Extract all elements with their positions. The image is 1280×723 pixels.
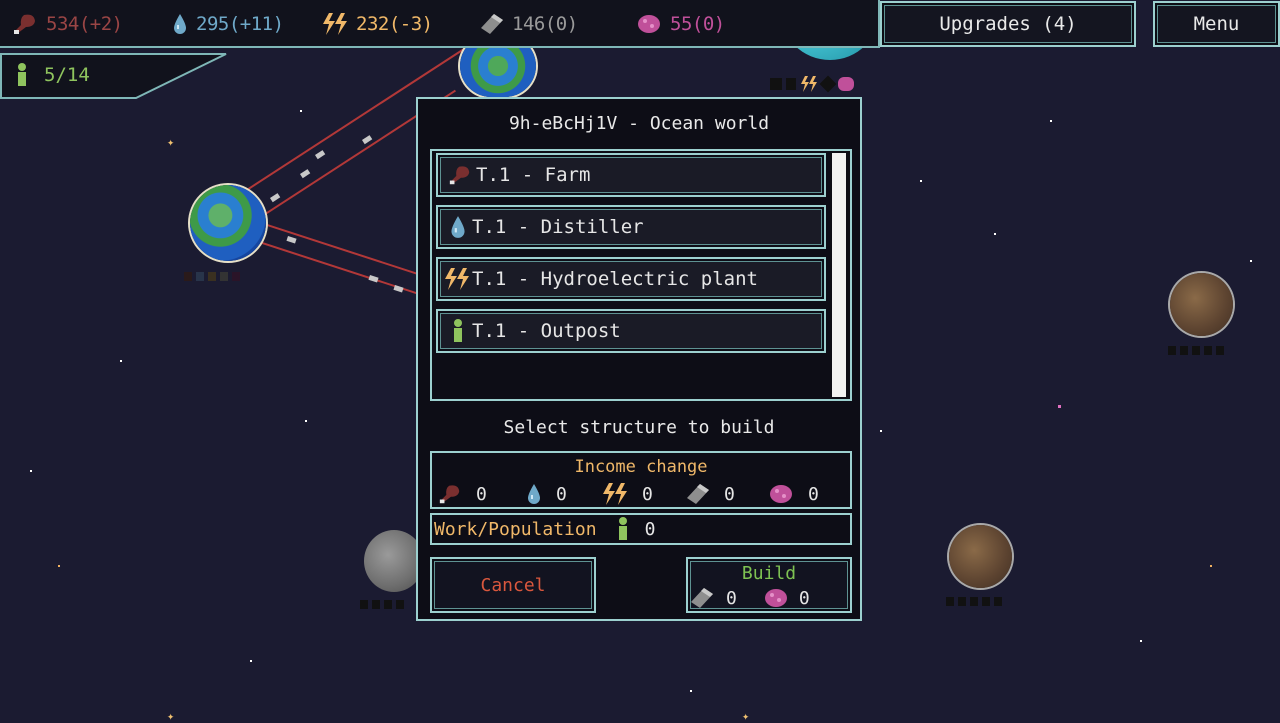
income-water: 0 bbox=[526, 483, 567, 505]
structure-item-hydroelectric-plant[interactable]: T.1 - Hydroelectric plant bbox=[436, 257, 826, 301]
income-energy: 0 bbox=[602, 483, 653, 505]
lightning-icon bbox=[445, 268, 469, 290]
menu-label: Menu bbox=[1193, 13, 1240, 35]
list-scrollbar[interactable] bbox=[832, 153, 846, 397]
income-water-value: 0 bbox=[556, 483, 567, 505]
lightning-icon bbox=[603, 483, 627, 505]
metal-value: 146(0) bbox=[512, 13, 578, 35]
barren-planet[interactable] bbox=[949, 525, 1012, 588]
population-value: 5/14 bbox=[44, 64, 90, 86]
cancel-button[interactable]: Cancel bbox=[430, 557, 596, 613]
income-change-panel: Income change 0 0 0 0 0 bbox=[430, 451, 852, 509]
metal-resource: 146(0) bbox=[480, 12, 578, 36]
upgrades-label: Upgrades (4) bbox=[939, 13, 1077, 35]
income-energy-value: 0 bbox=[642, 483, 653, 505]
bio-cell-icon bbox=[638, 15, 660, 33]
build-bio-cost: 0 bbox=[798, 587, 810, 609]
population-panel: 5/14 bbox=[0, 53, 228, 99]
income-bio-value: 0 bbox=[808, 483, 819, 505]
income-food-value: 0 bbox=[476, 483, 487, 505]
bio-resource: 55(0) bbox=[636, 12, 725, 36]
build-structure-dialog: 9h-eBcHj1V - Ocean world T.1 - Farm T.1 … bbox=[416, 97, 862, 621]
dialog-title: 9h-eBcHj1V - Ocean world bbox=[508, 113, 770, 134]
water-drop-icon bbox=[451, 216, 465, 238]
person-icon bbox=[618, 517, 627, 540]
structure-item-distiller[interactable]: T.1 - Distiller bbox=[436, 205, 826, 249]
structure-label: T.1 - Farm bbox=[476, 164, 591, 186]
grey-moon-planet[interactable] bbox=[364, 530, 424, 592]
structure-label: T.1 - Hydroelectric plant bbox=[472, 268, 758, 290]
meat-icon bbox=[449, 166, 470, 185]
food-resource: 534(+2) bbox=[12, 12, 123, 36]
cancel-label: Cancel bbox=[480, 574, 546, 596]
metal-ingot-icon bbox=[481, 14, 503, 34]
structure-list: T.1 - Farm T.1 - Distiller T.1 - Hydroel… bbox=[430, 149, 852, 401]
build-metal-cost: 0 bbox=[726, 587, 737, 609]
build-button[interactable]: Build 0 0 bbox=[686, 557, 852, 613]
earth-like-planet[interactable] bbox=[190, 185, 266, 261]
metal-ingot-icon bbox=[691, 588, 713, 608]
work-population-value: 0 bbox=[644, 518, 656, 540]
bio-cell-icon bbox=[770, 485, 792, 503]
upgrades-button[interactable]: Upgrades (4) bbox=[880, 1, 1136, 47]
resource-bar: 534(+2) 295(+11) 232(-3) 146(0) 55(0) bbox=[0, 0, 880, 48]
meat-icon bbox=[14, 14, 35, 34]
energy-resource: 232(-3) bbox=[322, 12, 433, 36]
bio-cell-icon bbox=[764, 589, 787, 607]
income-bio: 0 bbox=[768, 483, 819, 505]
planet-resource-icons bbox=[360, 600, 404, 609]
income-food: 0 bbox=[438, 483, 487, 505]
build-label: Build bbox=[741, 563, 797, 584]
income-metal-value: 0 bbox=[724, 483, 735, 505]
bio-value: 55(0) bbox=[670, 13, 725, 35]
structure-item-outpost[interactable]: T.1 - Outpost bbox=[436, 309, 826, 353]
sparkle-icon: ✦ bbox=[167, 135, 175, 149]
planet-resource-icons bbox=[946, 597, 1002, 606]
planet-resource-icons bbox=[770, 75, 854, 93]
person-icon bbox=[18, 63, 26, 86]
structure-label: T.1 - Outpost bbox=[472, 320, 621, 342]
menu-button[interactable]: Menu bbox=[1153, 1, 1280, 47]
person-icon bbox=[454, 319, 462, 342]
structure-label: T.1 - Distiller bbox=[472, 216, 644, 238]
metal-ingot-icon bbox=[687, 484, 709, 504]
water-drop-icon bbox=[174, 14, 186, 34]
lightning-icon bbox=[801, 76, 817, 92]
food-value: 534(+2) bbox=[46, 13, 123, 35]
income-metal: 0 bbox=[686, 483, 735, 505]
water-drop-icon bbox=[528, 484, 540, 504]
lightning-icon bbox=[323, 13, 347, 35]
barren-planet[interactable] bbox=[1170, 273, 1233, 336]
select-structure-hint: Select structure to build bbox=[503, 417, 775, 438]
meat-icon bbox=[439, 485, 460, 504]
sparkle-icon: ✦ bbox=[742, 709, 750, 723]
planet-resource-icons bbox=[184, 272, 240, 281]
energy-value: 232(-3) bbox=[356, 13, 433, 35]
water-resource: 295(+11) bbox=[172, 12, 284, 36]
income-change-title: Income change bbox=[574, 457, 708, 477]
water-value: 295(+11) bbox=[196, 13, 284, 35]
structure-item-farm[interactable]: T.1 - Farm bbox=[436, 153, 826, 197]
work-population-label: Work/Population bbox=[434, 518, 597, 540]
planet-resource-icons bbox=[1168, 346, 1224, 355]
work-population-panel: Work/Population 0 bbox=[430, 513, 852, 545]
sparkle-icon: ✦ bbox=[167, 709, 175, 723]
